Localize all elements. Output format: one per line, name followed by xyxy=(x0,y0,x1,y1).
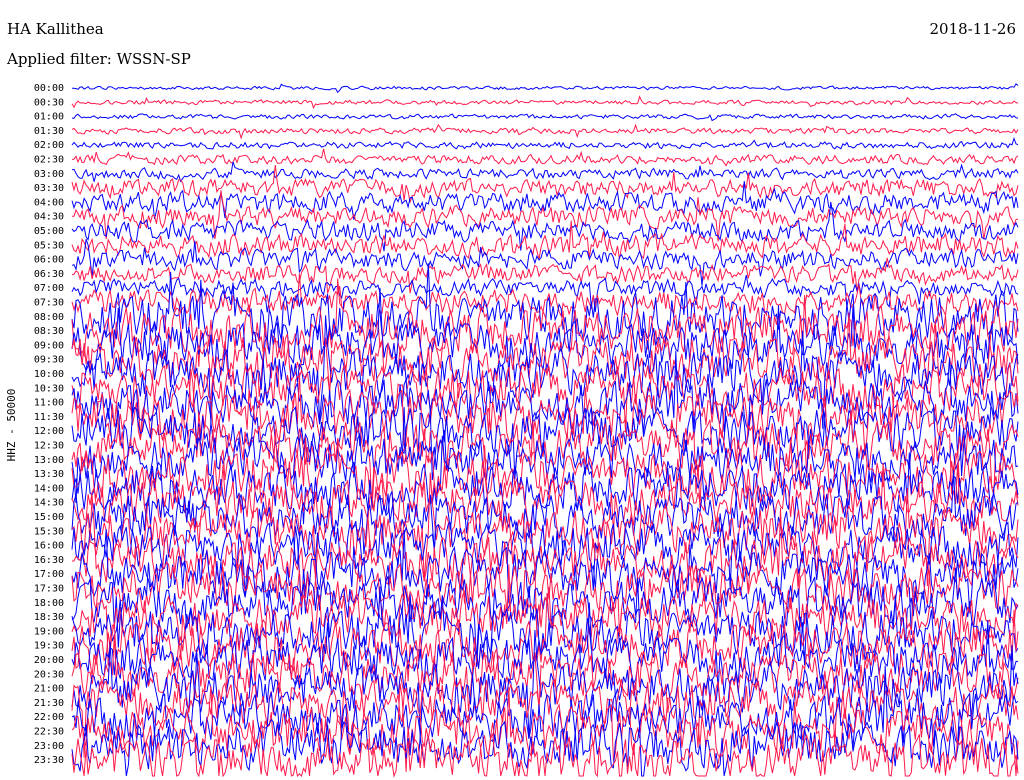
filter-value: WSSN-SP xyxy=(116,50,191,68)
row-tick-0400: 04:00 xyxy=(34,197,64,208)
row-tick-1630: 16:30 xyxy=(34,555,64,566)
row-tick-1930: 19:30 xyxy=(34,641,64,652)
row-tick-0300: 03:00 xyxy=(34,169,64,180)
row-tick-0200: 02:00 xyxy=(34,140,64,151)
row-tick-1830: 18:30 xyxy=(34,612,64,623)
row-tick-1000: 10:00 xyxy=(34,369,64,380)
row-tick-1400: 14:00 xyxy=(34,483,64,494)
row-tick-0930: 09:30 xyxy=(34,355,64,366)
row-tick-0600: 06:00 xyxy=(34,255,64,266)
trace-0130 xyxy=(71,123,1019,140)
trace-0230 xyxy=(71,148,1019,167)
row-tick-1200: 12:00 xyxy=(34,426,64,437)
row-tick-0800: 08:00 xyxy=(34,312,64,323)
row-tick-1600: 16:00 xyxy=(34,541,64,552)
row-tick-1330: 13:30 xyxy=(34,469,64,480)
row-tick-2230: 22:30 xyxy=(34,727,64,738)
row-tick-2330: 23:30 xyxy=(34,755,64,766)
row-tick-0700: 07:00 xyxy=(34,283,64,294)
seismogram-chart: 00:00 00:30 01:00 01:30 02:00 02:30 03:00 03:30… xyxy=(5,83,1019,778)
trace-0030 xyxy=(71,95,1019,110)
trace-0630 xyxy=(71,257,1019,294)
row-tick-1530: 15:30 xyxy=(34,526,64,537)
row-tick-2200: 22:00 xyxy=(34,712,64,723)
row-tick-2130: 21:30 xyxy=(34,698,64,709)
row-tick-1100: 11:00 xyxy=(34,398,64,409)
row-tick-0330: 03:30 xyxy=(34,183,64,194)
row-tick-1700: 17:00 xyxy=(34,569,64,580)
trace-1400 xyxy=(71,435,1019,525)
trace-0400 xyxy=(71,181,1019,220)
row-tick-1300: 13:00 xyxy=(34,455,64,466)
row-tick-0100: 01:00 xyxy=(34,112,64,123)
row-tick-1430: 14:30 xyxy=(34,498,64,509)
row-tick-0900: 09:00 xyxy=(34,340,64,351)
station-title: HA Kallithea xyxy=(7,20,104,38)
time-tick-labels: 00:00 00:30 01:00 01:30 02:00 02:30 03:00 03:30… xyxy=(34,83,64,766)
row-tick-0730: 07:30 xyxy=(34,298,64,309)
y-axis-label: HHZ - 50000 xyxy=(5,389,18,462)
row-tick-0000: 00:00 xyxy=(34,83,64,94)
row-tick-1230: 12:30 xyxy=(34,441,64,452)
row-tick-0630: 06:30 xyxy=(34,269,64,280)
trace-0430 xyxy=(72,190,1019,242)
row-tick-1800: 18:00 xyxy=(34,598,64,609)
row-tick-2030: 20:30 xyxy=(34,669,64,680)
row-tick-0830: 08:30 xyxy=(34,326,64,337)
row-tick-1900: 19:00 xyxy=(34,626,64,637)
trace-0300 xyxy=(71,161,1019,183)
trace-1000 xyxy=(71,315,1019,429)
filter-label: Applied filter: xyxy=(7,50,112,68)
row-tick-1030: 10:30 xyxy=(34,383,64,394)
trace-0000 xyxy=(71,83,1019,94)
row-tick-2000: 20:00 xyxy=(34,655,64,666)
row-tick-0130: 01:30 xyxy=(34,126,64,137)
row-tick-0030: 00:30 xyxy=(34,97,64,108)
date-label: 2018-11-26 xyxy=(929,20,1016,38)
row-tick-0230: 02:30 xyxy=(34,155,64,166)
row-tick-0430: 04:30 xyxy=(34,212,64,223)
trace-0200 xyxy=(71,136,1019,150)
row-tick-1730: 17:30 xyxy=(34,584,64,595)
row-tick-0530: 05:30 xyxy=(34,240,64,251)
seismic-traces xyxy=(71,83,1019,778)
row-tick-1500: 15:00 xyxy=(34,512,64,523)
row-tick-0500: 05:00 xyxy=(34,226,64,237)
trace-0800 xyxy=(71,263,1019,348)
row-tick-2300: 23:00 xyxy=(34,741,64,752)
filter-line: Applied filter: WSSN-SP xyxy=(7,50,191,68)
trace-0100 xyxy=(71,113,1019,122)
row-tick-2100: 21:00 xyxy=(34,684,64,695)
row-tick-1130: 11:30 xyxy=(34,412,64,423)
